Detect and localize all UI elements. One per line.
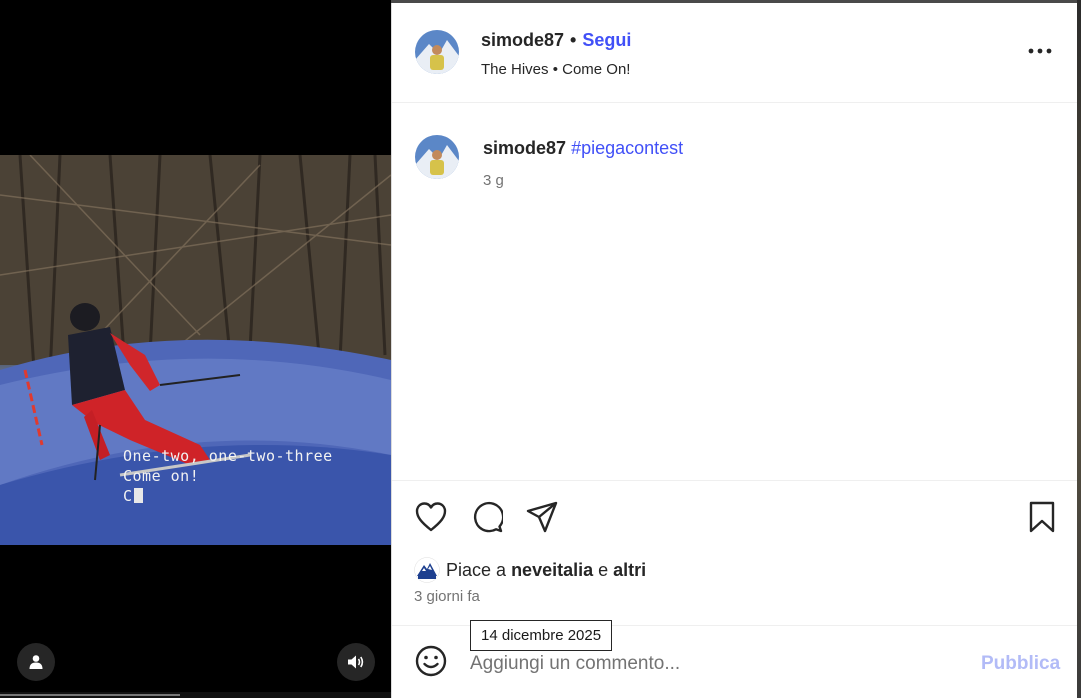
caption-avatar[interactable] — [415, 135, 459, 179]
separator-dot: • — [570, 30, 577, 50]
comment-icon — [473, 501, 503, 533]
likes-conjunction: e — [598, 559, 609, 580]
lyrics-line-1: One-two, one-two-three — [123, 447, 333, 465]
more-dots-icon — [1028, 48, 1052, 54]
caption-hashtag[interactable]: #piegacontest — [571, 138, 683, 158]
more-options-button[interactable] — [1022, 39, 1058, 63]
share-button[interactable] — [525, 500, 559, 534]
post-date[interactable]: 3 giorni fa — [414, 588, 480, 605]
avatar[interactable] — [415, 30, 459, 74]
user-icon — [29, 655, 43, 669]
date-tooltip: 14 dicembre 2025 — [470, 620, 613, 651]
header-title-row: simode87 • Segui — [481, 30, 631, 51]
post-details-panel: simode87 • Segui The Hives • Come On! simo… — [391, 3, 1078, 698]
speaker-icon — [348, 655, 364, 669]
emoji-icon — [415, 645, 447, 677]
post-author-username[interactable]: simode87 — [481, 30, 564, 50]
post-caption: simode87 #piegacontest — [483, 138, 683, 159]
text-caret — [133, 488, 143, 503]
lyrics-line-3: C — [123, 487, 133, 505]
emoji-button[interactable] — [414, 644, 448, 678]
publish-button[interactable]: Pubblica — [981, 653, 1060, 675]
save-button[interactable] — [1025, 500, 1059, 534]
likes-summary: Piace a neveitalia e altri — [414, 557, 646, 583]
audio-toggle-button[interactable] — [337, 643, 375, 681]
likes-prefix: Piace a — [446, 559, 507, 580]
follow-button[interactable]: Segui — [582, 30, 631, 50]
lyrics-line-2: Come on! — [123, 467, 200, 485]
bookmark-icon — [1029, 501, 1055, 533]
comment-button[interactable] — [470, 500, 504, 534]
actions-divider — [392, 480, 1078, 481]
comment-input[interactable] — [470, 651, 950, 677]
video-lyrics-overlay: One-two, one-two-three Come on! C — [123, 446, 333, 506]
heart-icon — [415, 502, 447, 532]
send-icon — [526, 501, 558, 533]
neveitalia-avatar-icon[interactable] — [414, 557, 440, 583]
caption-username[interactable]: simode87 — [483, 138, 566, 158]
video-progress-strip — [0, 692, 391, 698]
likes-others-link[interactable]: altri — [613, 560, 646, 581]
caption-timestamp: 3 g — [483, 172, 504, 189]
video-frame[interactable]: One-two, one-two-three Come on! C — [0, 155, 391, 545]
liker-username[interactable]: neveitalia — [511, 560, 593, 581]
video-player[interactable]: One-two, one-two-three Come on! C — [0, 0, 391, 698]
tagged-users-button[interactable] — [17, 643, 55, 681]
post-header: simode87 • Segui The Hives • Come On! — [392, 3, 1078, 103]
audio-track-link[interactable]: The Hives • Come On! — [481, 61, 630, 78]
like-button[interactable] — [414, 500, 448, 534]
